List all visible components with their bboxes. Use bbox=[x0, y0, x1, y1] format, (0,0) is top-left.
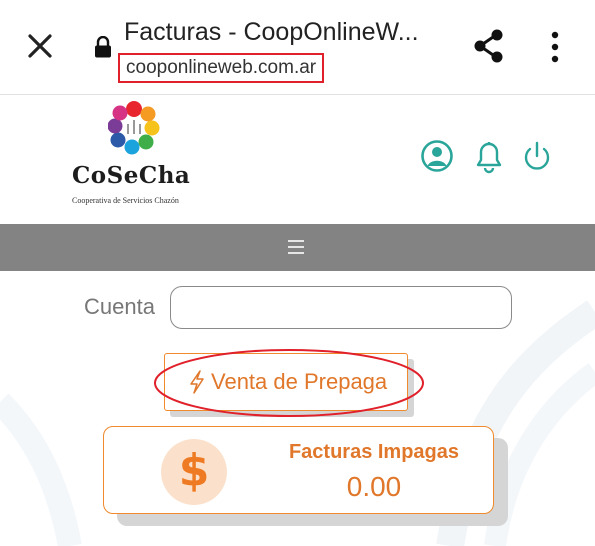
cosecha-logo[interactable]: CoSeCha Cooperativa de Servicios Chazón bbox=[70, 100, 200, 208]
venta-prepaga-label: Venta de Prepaga bbox=[211, 369, 388, 394]
facturas-title: Facturas Impagas bbox=[288, 441, 460, 463]
venta-prepaga-button[interactable]: Venta de Prepaga bbox=[164, 353, 408, 411]
share-icon[interactable] bbox=[472, 28, 506, 64]
logo-flower-icon bbox=[108, 101, 160, 155]
logo-name: CoSeCha bbox=[72, 162, 191, 189]
user-icon[interactable] bbox=[420, 138, 454, 174]
page-title: Facturas - CoopOnlineW... bbox=[124, 18, 419, 46]
cuenta-input[interactable] bbox=[170, 286, 512, 329]
browser-toolbar: Facturas - CoopOnlineW... cooponlineweb.… bbox=[0, 0, 595, 95]
more-vert-icon[interactable] bbox=[545, 30, 565, 64]
facturas-impagas-card[interactable]: $ Facturas Impagas 0.00 bbox=[103, 426, 494, 514]
url-bar[interactable]: cooponlineweb.com.ar bbox=[118, 53, 325, 83]
nav-bar bbox=[0, 224, 595, 271]
cuenta-label: Cuenta bbox=[84, 294, 155, 319]
close-icon[interactable] bbox=[24, 30, 56, 62]
dollar-sign: $ bbox=[178, 445, 210, 496]
logo-subtitle: Cooperativa de Servicios Chazón bbox=[72, 196, 179, 205]
hamburger-icon[interactable] bbox=[287, 238, 305, 256]
dollar-icon: $ bbox=[161, 439, 227, 505]
bell-icon[interactable] bbox=[472, 138, 506, 174]
power-icon[interactable] bbox=[520, 138, 554, 174]
facturas-amount: 0.00 bbox=[346, 471, 402, 502]
bolt-icon bbox=[190, 370, 204, 394]
lock-icon bbox=[95, 36, 111, 58]
